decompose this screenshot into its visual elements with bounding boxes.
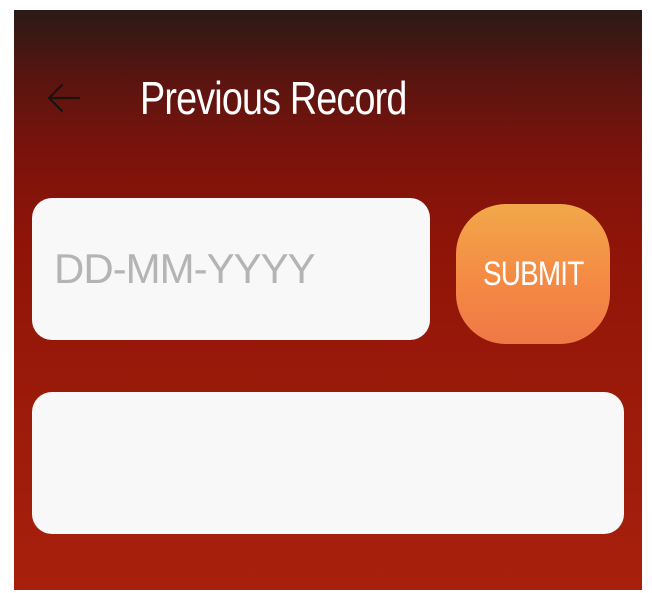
submit-button[interactable]: SUBMIT [456, 204, 610, 344]
header: Previous Record [14, 10, 642, 180]
page-title: Previous Record [140, 72, 407, 124]
record-result-panel [32, 392, 624, 534]
date-input[interactable] [32, 198, 430, 340]
submit-button-label: SUBMIT [482, 254, 584, 293]
previous-record-screen: Previous Record SUBMIT [14, 10, 642, 590]
arrow-left-icon [47, 83, 81, 113]
back-button[interactable] [40, 74, 88, 122]
